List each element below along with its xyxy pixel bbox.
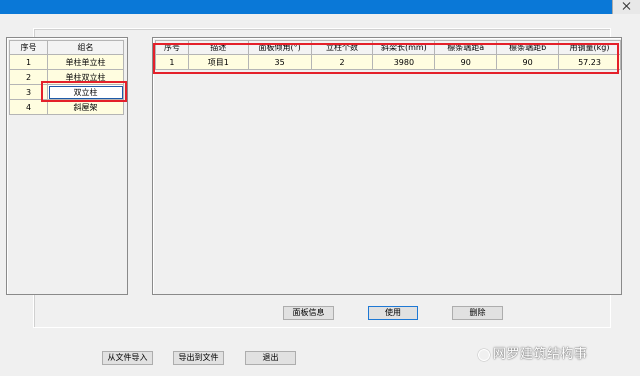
- watermark-logo-icon: [478, 348, 490, 361]
- column-header: 组名: [47, 40, 124, 55]
- table-row[interactable]: 1 单柱单立柱: [9, 54, 124, 70]
- close-icon[interactable]: [612, 0, 640, 14]
- row-number: 1: [9, 54, 48, 70]
- panel-info-button[interactable]: 面板信息: [283, 306, 334, 320]
- group-list-header: 序号 组名: [9, 40, 124, 55]
- annotation-box: [41, 81, 127, 102]
- use-button[interactable]: 使用: [368, 306, 418, 320]
- delete-button[interactable]: 删除: [452, 306, 503, 320]
- watermark: 网罗建筑结构事: [478, 343, 588, 362]
- group-list-table: 序号 组名 1 单柱单立柱 2 单柱双立柱 3 双立柱 4 斜屋架: [9, 40, 124, 115]
- title-bar: [0, 0, 640, 14]
- import-from-file-button[interactable]: 从文件导入: [102, 351, 153, 365]
- watermark-text: 网罗建筑结构事: [493, 347, 588, 362]
- column-header: 序号: [9, 40, 48, 55]
- group-list-panel: 序号 组名 1 单柱单立柱 2 单柱双立柱 3 双立柱 4 斜屋架: [6, 37, 128, 295]
- group-name-cell[interactable]: 单柱单立柱: [47, 54, 124, 70]
- export-to-file-button[interactable]: 导出到文件: [173, 351, 224, 365]
- detail-panel: 序号 描述 面板倾角(°) 立柱个数 斜梁长(mm) 檩条端距a 檩条端距b 用…: [152, 37, 622, 295]
- annotation-box: [153, 43, 619, 74]
- exit-button[interactable]: 退出: [245, 351, 296, 365]
